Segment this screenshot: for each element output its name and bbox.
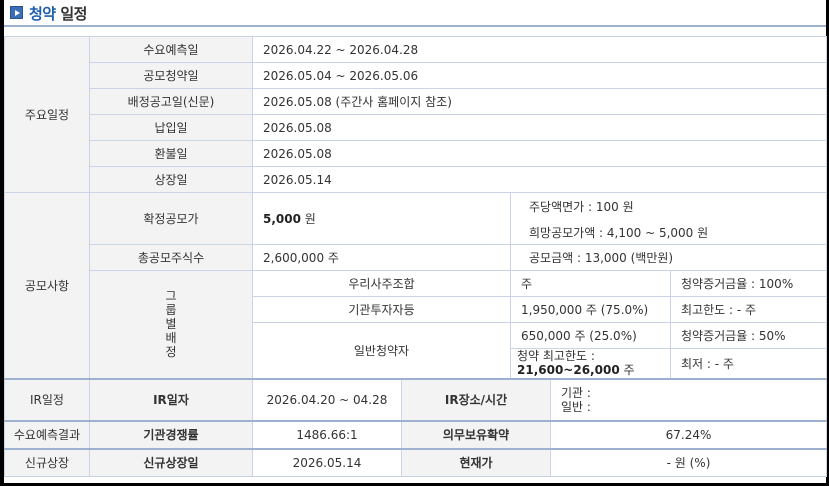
general-limit-value: 21,600~26,000 주 [517, 363, 635, 378]
listing-section-label: 신규상장 [4, 447, 90, 477]
demand-section-label: 수요예측결과 [4, 419, 90, 449]
schedule-label-3: 배정공고일(신문) [89, 88, 253, 115]
listing-row: 신규상장 신규상장일 2026.05.14 현재가 - 원 (%) [4, 447, 828, 477]
group-note-3: 청약증거금율 : 50% [669, 322, 828, 349]
ir-section-label: IR일정 [4, 377, 90, 421]
listing-date-label: 신규상장일 [89, 447, 253, 477]
total-shares-row: 총공모주식수 2,600,000 주 공모금액 : 13,000 (백만원) [5, 244, 828, 271]
page-title: 청약 일정 [29, 3, 87, 24]
ir-place-inst: 기관 : [561, 385, 591, 400]
lockup-label: 의무보유확약 [401, 419, 551, 449]
offering-section-label: 공모사항 [4, 192, 90, 379]
current-price-value: - 원 (%) [549, 447, 828, 477]
schedule-label-1: 수요예측일 [89, 36, 253, 63]
offer-price-value: 5,000 원 [252, 192, 511, 245]
offer-price-unit: 원 [300, 212, 316, 226]
schedule-row-4: 납입일 2026.05.08 [5, 114, 828, 141]
offer-price-info: 주당액면가 : 100 원 희망공모가액 : 4,100 ~ 5,000 원 [509, 192, 828, 245]
competition-value: 1486.66:1 [252, 419, 402, 449]
group-note-2: 최고한도 : - 주 [669, 296, 828, 323]
group-name-2: 기관투자자등 [252, 296, 511, 323]
schedule-row-1: 주요일정 수요예측일 2026.04.22 ~ 2026.04.28 [4, 36, 828, 193]
arrow-bullet-icon [10, 6, 23, 19]
ipo-info-table: 주요일정 수요예측일 2026.04.22 ~ 2026.04.28 공모청약일… [4, 36, 828, 477]
ir-place-general: 일반 : [561, 399, 591, 414]
ir-row: IR일정 IR일자 2026.04.20 ~ 04.28 IR장소/시간 기관 … [4, 377, 828, 421]
ipo-schedule-panel: 청약 일정 주요일정 수요예측일 2026.04.22 ~ 2026.04.28… [4, 0, 828, 483]
schedule-row-2: 공모청약일 2026.05.04 ~ 2026.05.06 [5, 62, 828, 89]
title-rest: 일정 [60, 5, 87, 23]
schedule-label-6: 상장일 [89, 166, 253, 193]
title-accent: 청약 [29, 5, 56, 23]
lockup-value: 67.24% [549, 419, 828, 449]
schedule-row-3: 배정공고일(신문) 2026.05.08 (주간사 홈페이지 참조) [5, 88, 828, 115]
schedule-row-5: 환불일 2026.05.08 [5, 140, 828, 167]
total-amount: 공모금액 : 13,000 (백만원) [509, 244, 828, 271]
offer-price-number: 5,000 [263, 212, 301, 226]
total-shares-value: 2,600,000 주 [252, 244, 511, 271]
group-shares-1: 주 [510, 270, 671, 297]
schedule-value-2: 2026.05.04 ~ 2026.05.06 [251, 62, 828, 89]
competition-label: 기관경쟁률 [89, 419, 253, 449]
schedule-label-4: 납입일 [89, 114, 253, 141]
group-name-3: 일반청약자 [252, 322, 511, 379]
schedule-label-5: 환불일 [89, 140, 253, 167]
group-allocation-label: 그룹별배정 [89, 270, 253, 379]
ir-date-label: IR일자 [89, 377, 253, 421]
listing-date-value: 2026.05.14 [252, 447, 402, 477]
schedule-value-6: 2026.05.14 [251, 166, 828, 193]
schedule-value-1: 2026.04.22 ~ 2026.04.28 [251, 36, 828, 63]
group-note-1: 청약증거금율 : 100% [669, 270, 828, 297]
schedule-label-2: 공모청약일 [89, 62, 253, 89]
schedule-section-label: 주요일정 [4, 36, 90, 193]
title-bar: 청약 일정 [4, 0, 826, 27]
schedule-value-5: 2026.05.08 [251, 140, 828, 167]
schedule-row-6: 상장일 2026.05.14 [5, 166, 828, 193]
par-value: 주당액면가 : 100 원 [529, 199, 634, 214]
group-name-1: 우리사주조합 [252, 270, 511, 297]
group-shares-2: 1,950,000 주 (75.0%) [510, 296, 671, 323]
general-min: 최저 : - 주 [669, 348, 828, 379]
ir-place-label: IR장소/시간 [401, 377, 551, 421]
offering-price-row: 공모사항 확정공모가 5,000 원 주당액면가 : 100 원 희망공모가액 … [4, 192, 828, 379]
general-limit-label: 청약 최고한도 : [517, 349, 595, 364]
schedule-value-3: 2026.05.08 (주간사 홈페이지 참조) [251, 88, 828, 115]
desired-price: 희망공모가액 : 4,100 ~ 5,000 원 [529, 225, 709, 240]
current-price-label: 현재가 [401, 447, 551, 477]
general-limit: 청약 최고한도 : 21,600~26,000 주 [510, 348, 671, 379]
total-shares-label: 총공모주식수 [89, 244, 253, 271]
ir-date-value: 2026.04.20 ~ 04.28 [252, 377, 402, 421]
ir-place-value: 기관 : 일반 : [549, 377, 828, 421]
group-shares-3: 650,000 주 (25.0%) [510, 322, 671, 349]
demand-row: 수요예측결과 기관경쟁률 1486.66:1 의무보유확약 67.24% [4, 419, 828, 449]
group-row-1: 그룹별배정 우리사주조합 주 청약증거금율 : 100% [5, 270, 828, 379]
schedule-value-4: 2026.05.08 [251, 114, 828, 141]
offer-price-label: 확정공모가 [89, 192, 253, 245]
